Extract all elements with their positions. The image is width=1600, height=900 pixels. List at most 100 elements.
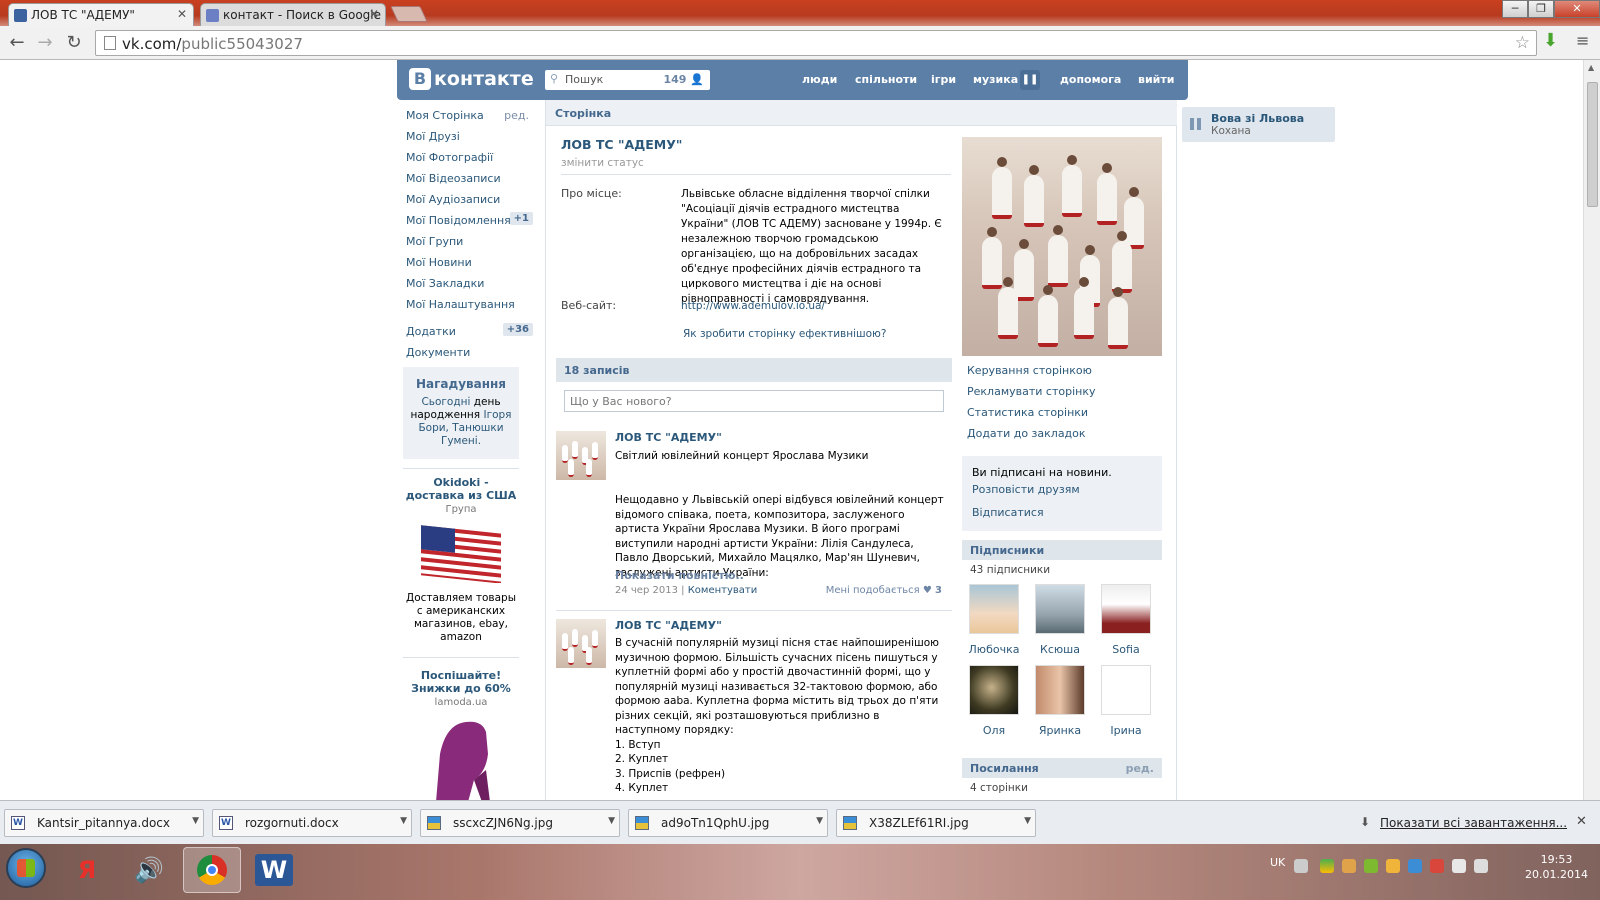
vk-logo[interactable]: Вконтакте xyxy=(409,68,534,90)
media-player-icon[interactable]: 🔊 xyxy=(120,847,178,893)
ad-lamoda[interactable]: Поспішайте! Знижки до 60% lamoda.ua xyxy=(403,669,519,800)
scrollbar-thumb[interactable] xyxy=(1587,82,1598,207)
follower-iryna[interactable]: Ірина xyxy=(1100,665,1152,737)
forward-arrow-icon[interactable]: → xyxy=(34,32,56,53)
wall-header[interactable]: 18 записів xyxy=(556,358,952,382)
nav-help[interactable]: допомога xyxy=(1060,73,1121,86)
menu-messages[interactable]: Мої Повідомлення +1 xyxy=(397,210,537,231)
nav-people[interactable]: люди xyxy=(802,73,837,86)
menu-my-page[interactable]: Моя Сторінка ред. xyxy=(397,105,537,126)
close-tab-icon[interactable]: ✕ xyxy=(177,7,187,21)
menu-groups[interactable]: Мої Групи xyxy=(397,231,537,252)
followers-header[interactable]: Підписники xyxy=(962,540,1162,560)
links-count[interactable]: 4 сторінки xyxy=(970,782,1028,794)
show-more-link[interactable]: Показати повністю.. xyxy=(615,569,744,582)
add-bookmark-link[interactable]: Додати до закладок xyxy=(967,427,1086,440)
address-bar[interactable]: vk.com/public55043027 ☆ xyxy=(95,30,1537,56)
yandex-icon[interactable]: Я xyxy=(58,847,116,893)
dropdown-arrow-icon[interactable]: ▼ xyxy=(608,816,615,826)
like-button[interactable]: Мені подобається ♥ 3 xyxy=(826,585,942,596)
download-item[interactable]: sscxcZJN6Ng.jpg ▼ xyxy=(420,809,620,837)
links-header[interactable]: Посилання ред. xyxy=(962,758,1162,778)
nav-music[interactable]: музика xyxy=(973,73,1018,86)
links-edit-link[interactable]: ред. xyxy=(1126,762,1154,775)
nvidia-icon[interactable] xyxy=(1364,859,1378,873)
page-stats-link[interactable]: Статистика сторінки xyxy=(967,406,1088,419)
ad-okidoki[interactable]: Okidoki - доставка из США Група Доставля… xyxy=(403,476,519,644)
new-post-input[interactable]: Що у Вас нового? xyxy=(564,390,944,412)
download-item[interactable]: X38ZLEf61RI.jpg ▼ xyxy=(836,809,1036,837)
post-date[interactable]: 24 чер 2013 xyxy=(615,585,678,596)
vertical-scrollbar[interactable]: ▲ xyxy=(1583,60,1600,800)
post-author-avatar[interactable] xyxy=(556,619,606,668)
chrome-icon[interactable] xyxy=(183,847,241,893)
close-tab-icon[interactable]: ✕ xyxy=(369,7,379,21)
reload-icon[interactable]: ↻ xyxy=(63,32,85,53)
improve-page-link[interactable]: Як зробити сторінку ефективнішою? xyxy=(683,327,948,342)
follower-ksyusha[interactable]: Ксюша xyxy=(1034,584,1086,656)
menu-photos[interactable]: Мої Фотографії xyxy=(397,147,537,168)
nav-communities[interactable]: спільноти xyxy=(855,73,917,86)
menu-bookmarks[interactable]: Мої Закладки xyxy=(397,273,537,294)
action-center-icon[interactable] xyxy=(1452,859,1466,873)
language-indicator[interactable]: UK xyxy=(1270,856,1285,869)
menu-settings[interactable]: Мої Налаштування xyxy=(397,294,537,315)
menu-documents[interactable]: Документи xyxy=(397,342,537,363)
back-arrow-icon[interactable]: ← xyxy=(6,32,28,53)
menu-icon[interactable]: ≡ xyxy=(1576,31,1589,50)
follower-lyubochka[interactable]: Любочка xyxy=(968,584,1020,656)
tab-google[interactable]: контакт - Поиск в Google ✕ xyxy=(200,3,386,26)
nav-games[interactable]: ігри xyxy=(931,73,956,86)
player-artist[interactable]: Вова зі Львова xyxy=(1211,112,1304,125)
edit-link[interactable]: ред. xyxy=(504,109,529,122)
reminder-today-link[interactable]: Сьогодні xyxy=(421,396,470,408)
download-item[interactable]: Wrozgornuti.docx ▼ xyxy=(212,809,412,837)
ad-title[interactable]: Okidoki - доставка из США xyxy=(403,476,519,502)
nav-logout[interactable]: вийти xyxy=(1138,73,1174,86)
close-shelf-icon[interactable]: ✕ xyxy=(1576,814,1587,829)
tell-friends-link[interactable]: Розповісти друзям xyxy=(972,483,1152,496)
speaker-icon[interactable] xyxy=(1474,859,1488,873)
download-item[interactable]: ad9oTn1QphU.jpg ▼ xyxy=(628,809,828,837)
download-arrow-icon[interactable]: ⬇ xyxy=(1543,30,1558,51)
menu-videos[interactable]: Мої Відеозаписи xyxy=(397,168,537,189)
bookmark-star-icon[interactable]: ☆ xyxy=(1515,33,1530,53)
advertise-page-link[interactable]: Рекламувати сторінку xyxy=(967,385,1095,398)
clock[interactable]: 19:53 20.01.2014 xyxy=(1525,852,1588,882)
post-author-avatar[interactable] xyxy=(556,431,606,480)
post-author[interactable]: ЛОВ ТС "АДЕМУ" xyxy=(615,619,722,632)
app-tray-icon[interactable] xyxy=(1386,859,1400,873)
show-all-downloads-link[interactable]: ⬇ Показати всі завантаження... xyxy=(1360,815,1567,830)
pause-icon[interactable]: ❚❚ xyxy=(1020,70,1040,90)
audio-player-widget[interactable]: Вова зі Львова Кохана xyxy=(1182,107,1335,142)
website-link[interactable]: http://www.ademulov.io.ua/ xyxy=(681,300,825,312)
dropdown-arrow-icon[interactable]: ▼ xyxy=(400,816,407,826)
us-flag-image[interactable] xyxy=(419,525,503,584)
menu-apps[interactable]: Додатки +36 xyxy=(397,321,537,342)
minimize-icon[interactable]: ─ xyxy=(1502,0,1528,18)
pause-icon[interactable] xyxy=(1190,118,1202,130)
comment-link[interactable]: Коментувати xyxy=(688,585,758,596)
search-input[interactable]: ⚲ Пошук 149 👤 xyxy=(545,70,710,90)
followers-count[interactable]: 43 підписники xyxy=(970,564,1050,576)
community-photo[interactable] xyxy=(962,137,1162,356)
change-status-link[interactable]: змінити статус xyxy=(561,157,644,169)
follower-sofia[interactable]: Sofia xyxy=(1100,584,1152,656)
unsubscribe-link[interactable]: Відписатися xyxy=(972,506,1152,519)
drive-icon[interactable] xyxy=(1320,859,1334,873)
scroll-up-icon[interactable]: ▲ xyxy=(1588,63,1594,72)
follower-yarynka[interactable]: Яринка xyxy=(1034,665,1086,737)
ad-title[interactable]: Поспішайте! Знижки до 60% xyxy=(403,669,519,695)
close-window-icon[interactable]: ✕ xyxy=(1554,0,1600,18)
keyboard-icon[interactable] xyxy=(1294,859,1308,873)
url-text[interactable]: vk.com/public55043027 xyxy=(122,35,303,53)
volume-tray-icon[interactable] xyxy=(1342,859,1356,873)
maximize-icon[interactable]: ❐ xyxy=(1528,0,1554,18)
dropdown-arrow-icon[interactable]: ▼ xyxy=(192,816,199,826)
start-button[interactable] xyxy=(6,848,46,888)
menu-friends[interactable]: Мої Друзі xyxy=(397,126,537,147)
follower-olya[interactable]: Оля xyxy=(968,665,1020,737)
shoe-image[interactable] xyxy=(416,714,506,800)
dropdown-arrow-icon[interactable]: ▼ xyxy=(816,816,823,826)
network-icon[interactable] xyxy=(1408,859,1422,873)
